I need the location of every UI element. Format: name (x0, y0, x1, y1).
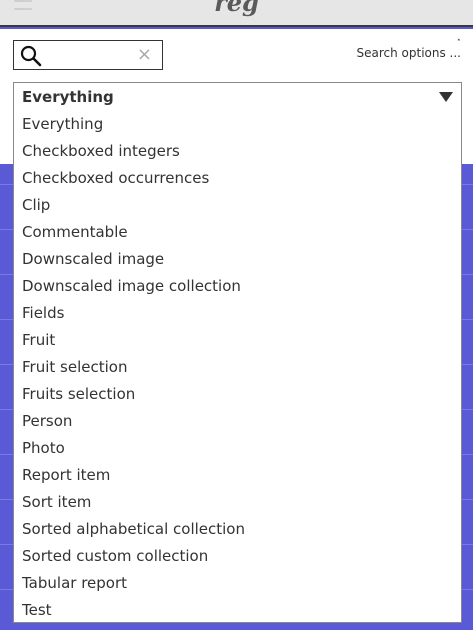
type-option[interactable]: Tabular report (14, 570, 461, 597)
search-input[interactable] (48, 44, 138, 66)
type-option[interactable]: Fields (14, 300, 461, 327)
type-option-list: Everything Checkboxed integers Checkboxe… (14, 111, 461, 624)
app-title: reg (214, 0, 259, 17)
app-header: reg (0, 0, 473, 27)
type-option[interactable]: Everything (14, 111, 461, 138)
type-option[interactable]: Downscaled image (14, 246, 461, 273)
type-option[interactable]: Fruit selection (14, 354, 461, 381)
search-box: × (13, 40, 163, 70)
type-option[interactable]: Sort item (14, 489, 461, 516)
type-option[interactable]: Fruits selection (14, 381, 461, 408)
type-option[interactable]: Commentable (14, 219, 461, 246)
search-options-link[interactable]: Search options ... (357, 46, 462, 60)
type-option[interactable]: Downscaled image collection (14, 273, 461, 300)
type-option[interactable]: Fruit (14, 327, 461, 354)
type-option[interactable]: Sorted custom collection (14, 543, 461, 570)
type-option[interactable]: Photo (14, 435, 461, 462)
type-option[interactable]: Sorted alphabetical collection (14, 516, 461, 543)
type-option[interactable]: Checkboxed integers (14, 138, 461, 165)
type-select-value[interactable]: Everything (22, 88, 114, 106)
clear-icon[interactable]: × (137, 44, 152, 66)
type-option[interactable]: Test (14, 597, 461, 624)
type-option[interactable]: Checkboxed occurrences (14, 165, 461, 192)
type-select-dropdown[interactable]: Everything Everything Checkboxed integer… (13, 82, 462, 623)
type-option[interactable]: Report item (14, 462, 461, 489)
caret-down-icon[interactable] (439, 92, 453, 102)
type-option[interactable]: Clip (14, 192, 461, 219)
search-icon (20, 45, 42, 67)
type-option[interactable]: Person (14, 408, 461, 435)
